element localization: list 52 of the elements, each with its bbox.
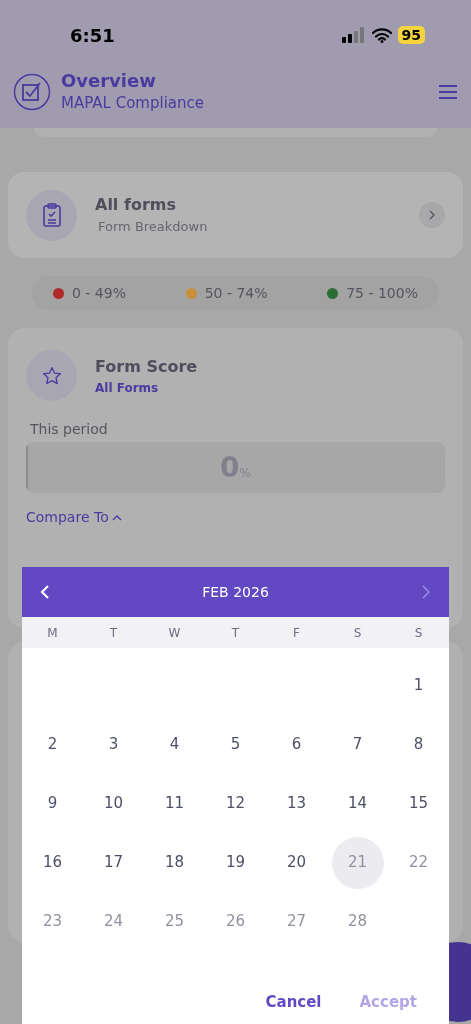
- menu-icon[interactable]: [438, 85, 458, 99]
- day-cell[interactable]: 19: [209, 836, 262, 889]
- checkbox-logo-icon: [13, 73, 51, 111]
- day-cell[interactable]: 10: [87, 777, 140, 830]
- day-cell[interactable]: 15: [392, 777, 445, 830]
- weekday-label: M: [46, 624, 59, 642]
- compare-to-toggle[interactable]: Compare To: [26, 507, 122, 528]
- legend-label: 0 - 49%: [72, 283, 126, 303]
- day-cell[interactable]: 18: [148, 836, 201, 889]
- battery-indicator: 95: [397, 26, 425, 44]
- chevron-right-icon[interactable]: [421, 585, 431, 599]
- day-cell[interactable]: 20: [270, 836, 323, 889]
- day-cell[interactable]: 9: [26, 777, 79, 830]
- chevron-left-icon[interactable]: [40, 585, 50, 599]
- card-title: Form Score: [95, 355, 198, 378]
- day-cell[interactable]: 17: [87, 836, 140, 889]
- legend-label: 50 - 74%: [204, 283, 268, 303]
- day-cell[interactable]: 1: [392, 659, 445, 712]
- weekday-label: T: [230, 624, 241, 642]
- wifi-icon: [371, 27, 392, 43]
- day-cell[interactable]: 6: [270, 718, 323, 771]
- page-title: Overview: [61, 70, 157, 92]
- weekday-label: T: [108, 624, 119, 642]
- status-time: 6:51: [70, 23, 115, 48]
- signal-icon: [341, 27, 366, 43]
- day-cell[interactable]: 14: [331, 777, 384, 830]
- card-subtitle: Form Breakdown: [97, 218, 209, 237]
- all-forms-card[interactable]: All forms Form Breakdown: [8, 172, 463, 258]
- day-cell[interactable]: 8: [392, 718, 445, 771]
- day-cell[interactable]: 5: [209, 718, 262, 771]
- weekday-label: S: [352, 624, 363, 642]
- day-cell[interactable]: 12: [209, 777, 262, 830]
- month-title: FEB 2026: [202, 582, 269, 602]
- card-subtitle: All Forms: [95, 379, 160, 397]
- weekday-label: F: [292, 624, 301, 642]
- dialog-button[interactable]: Cancel: [265, 991, 322, 1014]
- weekday-label: W: [167, 624, 182, 642]
- day-cell[interactable]: 3: [87, 718, 140, 771]
- day-cell[interactable]: 11: [148, 777, 201, 830]
- card-title: All forms: [95, 194, 177, 217]
- day-cell[interactable]: 2: [26, 718, 79, 771]
- period-label: This period: [30, 420, 109, 439]
- day-cell[interactable]: 7: [331, 718, 384, 771]
- legend-label: 75 - 100%: [346, 283, 418, 303]
- day-cell[interactable]: 16: [26, 836, 79, 889]
- weekday-label: S: [413, 624, 424, 642]
- day-cell[interactable]: 13: [270, 777, 323, 830]
- page-subtitle: MAPAL Compliance: [61, 93, 205, 114]
- chevron-up-icon: [111, 514, 122, 521]
- day-cell[interactable]: 4: [148, 718, 201, 771]
- chevron-right-icon[interactable]: [419, 202, 445, 228]
- clipboard-icon: [26, 189, 77, 241]
